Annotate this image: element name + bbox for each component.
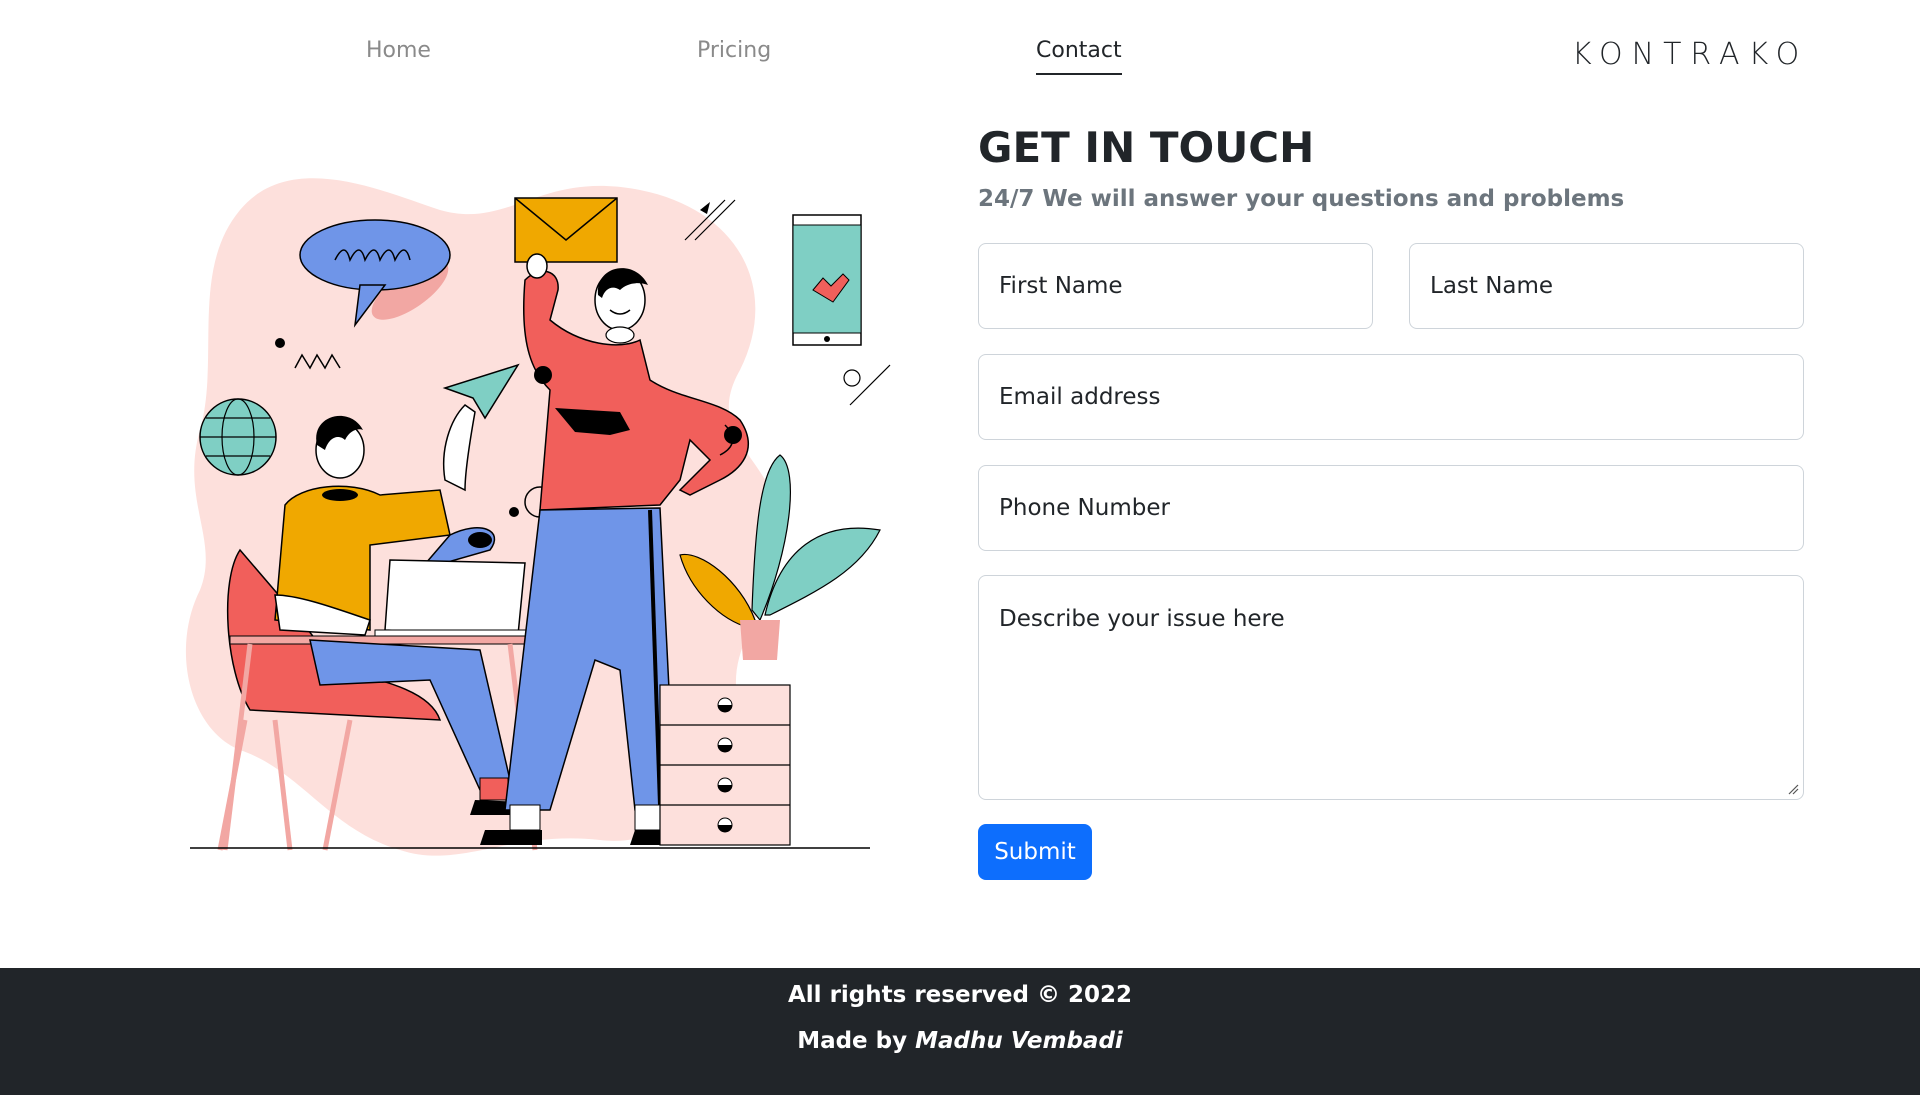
- footer-copyright: All rights reserved © 2022: [788, 982, 1132, 1008]
- phone-placeholder: Phone Number: [999, 495, 1170, 521]
- page-title: GET IN TOUCH: [978, 118, 1804, 178]
- nav-link-home[interactable]: Home: [366, 38, 431, 73]
- footer-credit: Made by Madhu Vembadi: [0, 1028, 1920, 1054]
- email-placeholder: Email address: [999, 384, 1161, 410]
- email-input[interactable]: Email address: [978, 354, 1804, 440]
- first-name-input[interactable]: First Name: [978, 243, 1373, 329]
- footer: All rights reserved © 2022 Made by Madhu…: [0, 968, 1920, 1095]
- first-name-placeholder: First Name: [999, 273, 1123, 299]
- globe-icon: [199, 398, 277, 476]
- contact-illustration: [185, 178, 891, 856]
- navbar: Home Pricing Contact KONTRAKO: [0, 0, 1920, 110]
- nav-link-pricing[interactable]: Pricing: [697, 38, 771, 73]
- footer-author: Madhu Vembadi: [915, 1028, 1123, 1054]
- envelope-icon: [514, 197, 618, 263]
- footer-credit-prefix: Made by: [797, 1028, 916, 1054]
- submit-button[interactable]: Submit: [978, 824, 1092, 880]
- title-bold: TOUCH: [1149, 123, 1315, 172]
- brand-logo[interactable]: KONTRAKO: [1572, 37, 1808, 72]
- contact-form: GET IN TOUCH 24/7 We will answer your qu…: [978, 118, 1804, 880]
- title-regular: GET IN: [978, 123, 1150, 172]
- nav-link-contact[interactable]: Contact: [1036, 38, 1122, 75]
- page-subtitle: 24/7 We will answer your questions and p…: [978, 186, 1625, 212]
- phone-input[interactable]: Phone Number: [978, 465, 1804, 551]
- issue-placeholder: Describe your issue here: [999, 606, 1285, 632]
- laptop-icon: [374, 559, 531, 637]
- phone-icon: [792, 214, 862, 346]
- last-name-input[interactable]: Last Name: [1409, 243, 1804, 329]
- drawer-cabinet: [659, 684, 791, 846]
- issue-textarea[interactable]: Describe your issue here: [978, 575, 1804, 800]
- last-name-placeholder: Last Name: [1430, 273, 1554, 299]
- resize-handle-icon[interactable]: [1787, 783, 1799, 795]
